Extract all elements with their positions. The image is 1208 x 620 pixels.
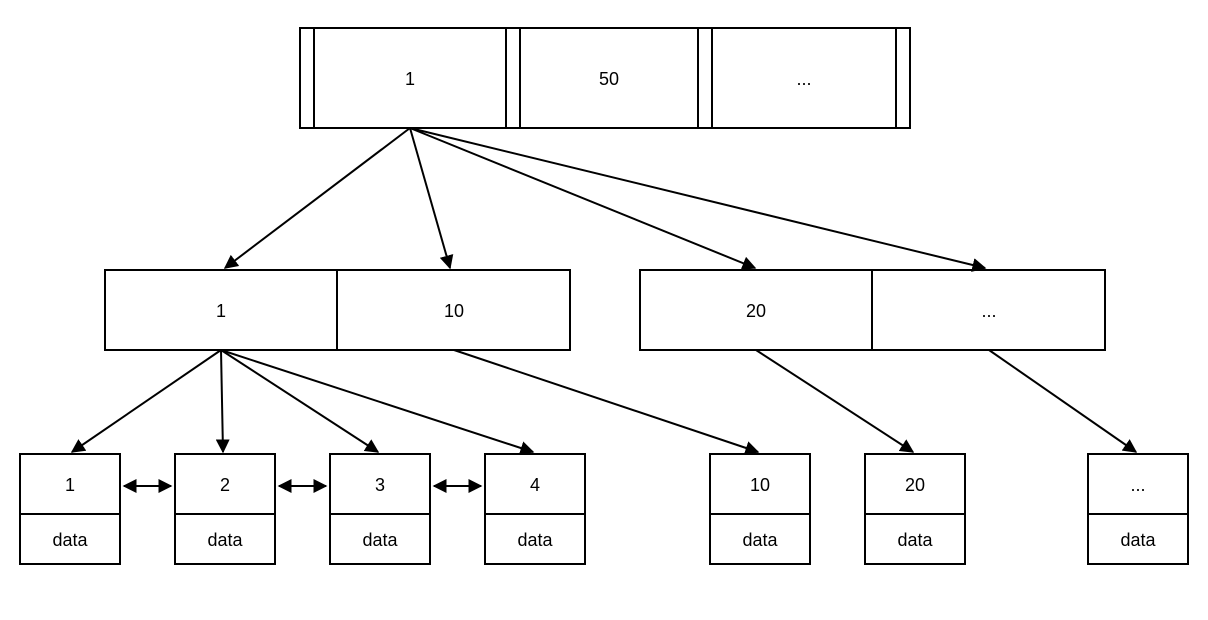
leaf-4: 10 data [710,454,810,564]
leaf-1-key: 2 [220,475,230,495]
midright-arrows [756,350,1136,452]
root-arrows [225,128,985,268]
root-cell-1: 50 [599,69,619,89]
leaf-6-key: ... [1130,475,1145,495]
root-cell-0: 1 [405,69,415,89]
leaf-5-data: data [897,530,933,550]
leaf-0: 1 data [20,454,120,564]
leaf-3-data: data [517,530,553,550]
leaf-5: 20 data [865,454,965,564]
leaf-1-data: data [207,530,243,550]
mid-left-cell-0: 1 [216,301,226,321]
mid-right-cell-0: 20 [746,301,766,321]
leaf-1: 2 data [175,454,275,564]
leaf-2-key: 3 [375,475,385,495]
leaf-0-data: data [52,530,88,550]
leaf-3-key: 4 [530,475,540,495]
mid-left-node: 1 10 [105,270,570,350]
leaf-4-key: 10 [750,475,770,495]
midleft-arrows [72,350,533,452]
leaf-6: ... data [1088,454,1188,564]
leaf-2: 3 data [330,454,430,564]
leaf-0-key: 1 [65,475,75,495]
leaf-5-key: 20 [905,475,925,495]
root-cell-2: ... [796,69,811,89]
leaf-2-data: data [362,530,398,550]
leaf-6-data: data [1120,530,1156,550]
mid-right-node: 20 ... [640,270,1105,350]
leaf-3: 4 data [485,454,585,564]
root-node: 1 50 ... [300,28,910,128]
mid-right-cell-1: ... [981,301,996,321]
mid-left-cell-1: 10 [444,301,464,321]
midleft-10-arrow [454,350,758,452]
btree-diagram: 1 50 ... 1 10 20 ... 1 data 2 data 3 dat… [0,0,1208,620]
leaf-4-data: data [742,530,778,550]
